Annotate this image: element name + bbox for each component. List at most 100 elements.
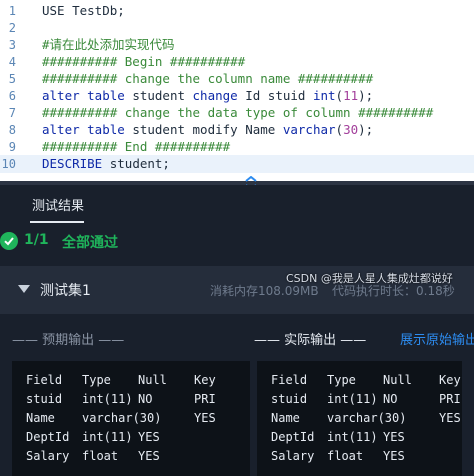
code-token: #请在此处添加实现代码	[42, 37, 175, 52]
actual-output-box: Field Type Null Key stuid int(11) NO PRI Name var…	[257, 361, 462, 476]
output-cell: Name	[271, 411, 300, 425]
expected-output-heading: —— 预期输出 ——	[12, 333, 125, 348]
code-text: alter table student modify Name varchar(…	[42, 121, 373, 139]
code-text: alter table student change Id stuid int(…	[42, 87, 373, 105]
output-cell: varchar(30)	[327, 411, 407, 425]
output-cell: YES	[138, 449, 160, 463]
code-token: ########## Begin ##########	[42, 54, 246, 69]
output-cell: Type	[82, 373, 111, 387]
output-cell: DeptId	[26, 430, 70, 444]
code-token: int	[312, 88, 336, 103]
code-token: ########## change the data type of colum…	[42, 105, 434, 120]
code-line[interactable]: 6 alter table student change Id stuid int…	[0, 87, 474, 105]
code-token: student;	[102, 156, 170, 171]
line-number: 4	[8, 55, 16, 69]
line-number: 6	[8, 89, 16, 103]
code-token: ########## End ##########	[42, 139, 231, 154]
output-cell: int(11)	[327, 392, 378, 406]
csdn-watermark: CSDN @我是人星人集成灶都说好	[286, 272, 453, 285]
output-cell: Type	[327, 373, 356, 387]
show-raw-output-link[interactable]: 展示原始输出	[400, 329, 474, 348]
output-cell: YES	[194, 411, 216, 425]
code-token: (	[335, 88, 344, 103]
code-line[interactable]: 4 ########## Begin ##########	[0, 53, 474, 71]
results-tab-bar: 测试结果	[0, 185, 474, 227]
code-token: student modify Name	[124, 122, 283, 137]
output-cell: NO	[383, 392, 398, 406]
line-number: 8	[8, 123, 16, 137]
output-cell: Salary	[271, 449, 315, 463]
code-line[interactable]: 7 ########## change the data type of colu…	[0, 104, 474, 122]
code-token: ########## change the column name ######…	[42, 71, 374, 86]
expected-output-box: Field Type Null Key stuid int(11) NO PRI Name var…	[12, 361, 250, 476]
code-line[interactable]: 5 ########## change the column name #####…	[0, 70, 474, 88]
output-cell: NO	[138, 392, 153, 406]
code-line[interactable]: 10 DESCRIBE student;	[0, 155, 474, 173]
code-token: change	[192, 88, 238, 103]
code-text: USE TestDb;	[42, 2, 125, 20]
line-number: 10	[1, 157, 16, 171]
code-line[interactable]: 3 #请在此处添加实现代码	[0, 36, 474, 54]
output-cell: Key	[194, 373, 216, 387]
pass-ratio: 1/1	[24, 232, 49, 248]
code-token: DESCRIBE	[42, 156, 103, 171]
line-number: 7	[8, 106, 16, 120]
code-editor[interactable]: 1 USE TestDb; 2 3 #请在此处添加实现代码 4 ########## Beg…	[0, 0, 474, 181]
output-cell: PRI	[439, 392, 461, 406]
output-cell: Field	[26, 373, 63, 387]
output-cell: varchar(30)	[82, 411, 162, 425]
code-line[interactable]: 2	[0, 19, 474, 37]
output-cell: int(11)	[82, 430, 133, 444]
output-cell: Key	[439, 373, 461, 387]
code-token: USE TestDb;	[42, 3, 125, 18]
output-cell: stuid	[271, 392, 308, 406]
test-summary: 1/1 全部通过	[0, 229, 474, 259]
code-token: 30	[343, 122, 359, 137]
line-number: 5	[8, 72, 16, 86]
code-line[interactable]: 1 USE TestDb;	[0, 2, 474, 20]
results-panel: 测试结果 1/1 全部通过 测试集1 消耗内存108.09MB 代码执行时长：0…	[0, 185, 474, 476]
code-text: DESCRIBE student;	[42, 155, 170, 173]
line-number: 3	[8, 38, 16, 52]
output-cell: Salary	[26, 449, 70, 463]
code-text: ########## Begin ##########	[42, 53, 245, 71]
output-cell: Field	[271, 373, 308, 387]
output-cell: Null	[138, 373, 167, 387]
line-number: 9	[8, 140, 16, 154]
output-cell: stuid	[26, 392, 63, 406]
output-cell: float	[327, 449, 364, 463]
output-cell: int(11)	[327, 430, 378, 444]
code-token: alter table	[42, 122, 125, 137]
code-token: alter table	[42, 88, 125, 103]
tab-test-results[interactable]: 测试结果	[32, 195, 84, 214]
output-cell: Null	[383, 373, 412, 387]
output-cell: YES	[383, 449, 405, 463]
output-cell: Name	[26, 411, 55, 425]
output-cell: int(11)	[82, 392, 133, 406]
code-token: );	[358, 122, 374, 137]
test-set-title: 测试集1	[40, 283, 91, 299]
code-text: #请在此处添加实现代码	[42, 36, 175, 54]
code-text: ########## change the column name ######…	[42, 70, 373, 88]
tab-active-indicator	[30, 221, 84, 223]
code-token: (	[335, 122, 344, 137]
code-token: 11	[343, 88, 359, 103]
code-text: ########## change the data type of colum…	[42, 104, 433, 122]
output-cell: float	[82, 449, 119, 463]
code-line[interactable]: 9 ########## End ##########	[0, 138, 474, 156]
pass-status: 全部通过	[62, 235, 118, 251]
code-token: );	[358, 88, 374, 103]
output-cell: YES	[383, 430, 405, 444]
code-token: student	[124, 88, 193, 103]
caret-down-icon[interactable]	[18, 285, 30, 293]
output-cell: PRI	[194, 392, 216, 406]
code-line[interactable]: 8 alter table student modify Name varchar…	[0, 121, 474, 139]
output-cell: YES	[439, 411, 461, 425]
output-cell: DeptId	[271, 430, 315, 444]
code-token: varchar	[282, 122, 336, 137]
line-number: 2	[8, 21, 16, 35]
output-cell: YES	[138, 430, 160, 444]
actual-output-heading: —— 实际输出 ——	[254, 333, 367, 348]
line-number: 1	[8, 4, 16, 18]
check-circle-icon	[0, 232, 18, 250]
